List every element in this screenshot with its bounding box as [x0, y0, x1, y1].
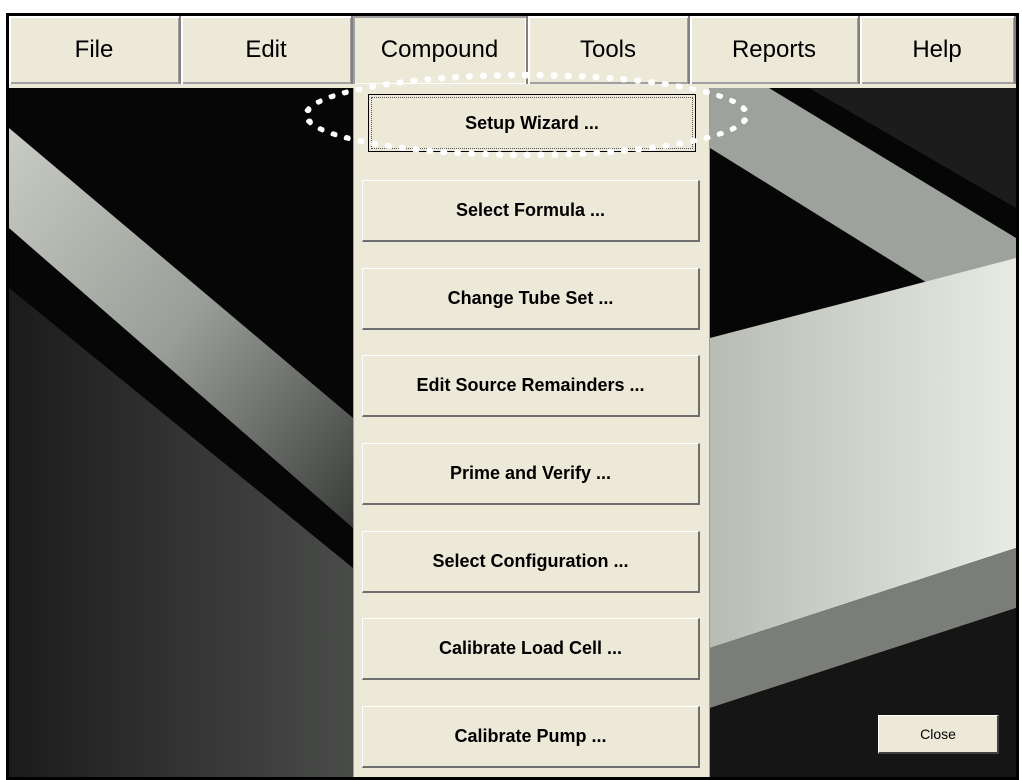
edit-source-remainders-button[interactable]: Edit Source Remainders ... — [362, 355, 700, 417]
compound-dropdown-menu: Setup Wizard ... Select Formula ... Chan… — [353, 88, 710, 777]
menu-reports[interactable]: Reports — [690, 16, 860, 84]
menu-file[interactable]: File — [9, 16, 181, 84]
select-configuration-button[interactable]: Select Configuration ... — [362, 531, 700, 593]
app-window: File Edit Compound Tools Reports Help Se… — [6, 13, 1019, 780]
select-formula-button[interactable]: Select Formula ... — [362, 180, 700, 242]
change-tube-set-button[interactable]: Change Tube Set ... — [362, 268, 700, 330]
menu-compound[interactable]: Compound — [353, 16, 528, 84]
calibrate-load-cell-button[interactable]: Calibrate Load Cell ... — [362, 618, 700, 680]
close-button[interactable]: Close — [878, 715, 999, 754]
menu-bar: File Edit Compound Tools Reports Help — [9, 16, 1016, 88]
menu-tools[interactable]: Tools — [528, 16, 690, 84]
setup-wizard-button[interactable]: Setup Wizard ... — [368, 94, 696, 152]
menu-help[interactable]: Help — [860, 16, 1016, 84]
calibrate-pump-button[interactable]: Calibrate Pump ... — [362, 706, 700, 768]
menu-edit[interactable]: Edit — [181, 16, 353, 84]
prime-and-verify-button[interactable]: Prime and Verify ... — [362, 443, 700, 505]
